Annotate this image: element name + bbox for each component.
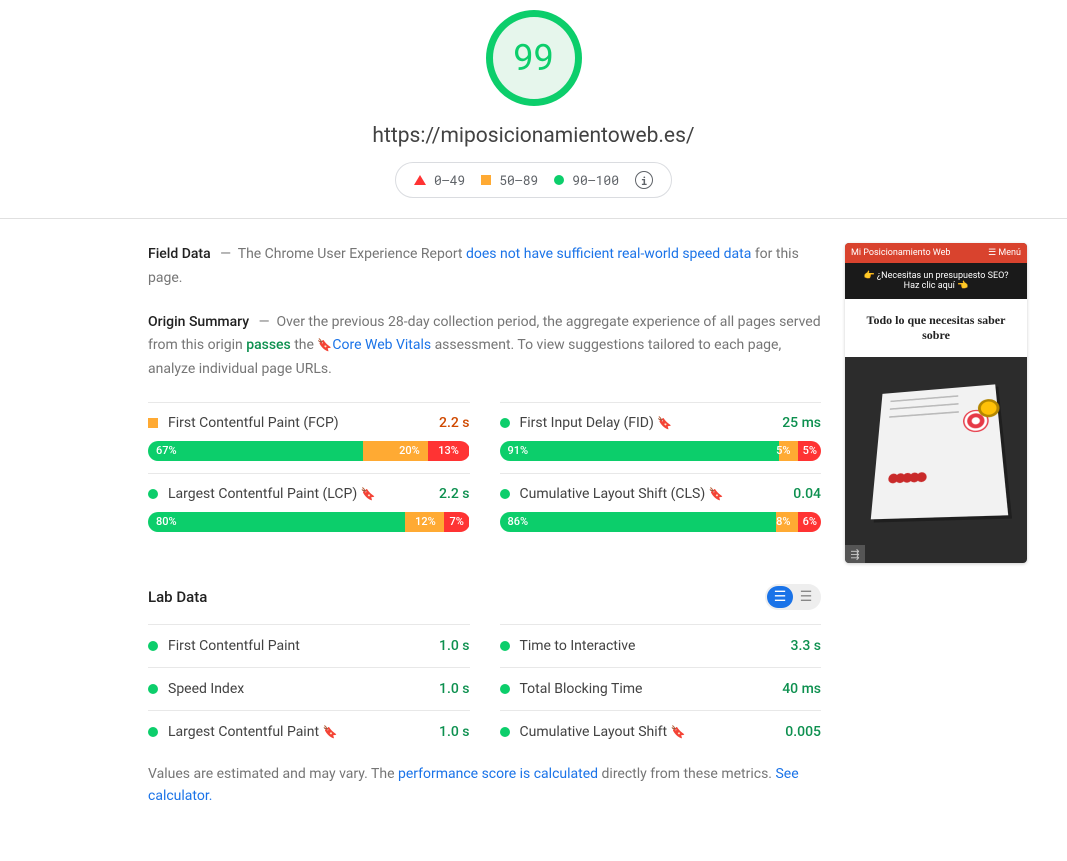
lab-metric-name: Total Blocking Time bbox=[520, 681, 773, 697]
lab-metric-value: 1.0 s bbox=[439, 681, 470, 697]
status-dot bbox=[500, 727, 510, 737]
bookmark-icon: 🔖 bbox=[317, 338, 332, 352]
share-icon: ⇶ bbox=[845, 545, 865, 563]
view-bars-icon[interactable]: ☰ bbox=[767, 586, 793, 608]
legend-avg-range: 50–89 bbox=[499, 171, 538, 189]
preview-banner: 👉 ¿Necesitas un presupuesto SEO? Haz cli… bbox=[845, 263, 1027, 299]
lab-metric-name: Cumulative Layout Shift 🔖 bbox=[520, 724, 776, 740]
lab-metric-row[interactable]: Time to Interactive 3.3 s bbox=[500, 624, 822, 667]
status-dot bbox=[148, 641, 158, 651]
metric-fid[interactable]: First Input Delay (FID) 🔖25 ms91%5%5% bbox=[500, 402, 822, 473]
field-data-section: Field Data — The Chrome User Experience … bbox=[148, 243, 821, 291]
status-dot bbox=[500, 489, 510, 499]
legend-good-range: 90–100 bbox=[572, 171, 619, 189]
score-legend: 0–49 50–89 90–100 i bbox=[395, 162, 672, 198]
origin-summary-section: Origin Summary — Over the previous 28-da… bbox=[148, 311, 821, 382]
bookmark-icon: 🔖 bbox=[657, 416, 672, 430]
good-segment: 91% bbox=[500, 441, 780, 461]
metric-name: First Contentful Paint (FCP) bbox=[168, 415, 429, 431]
preview-brand: Mi Posicionamiento Web bbox=[851, 248, 950, 258]
avg-segment: 20% bbox=[363, 441, 427, 461]
lab-metric-name: Time to Interactive bbox=[520, 638, 781, 654]
poor-segment: 13% bbox=[428, 441, 470, 461]
lab-metric-value: 1.0 s bbox=[439, 638, 470, 654]
lab-metric-row[interactable]: First Contentful Paint 1.0 s bbox=[148, 624, 470, 667]
lab-metric-row[interactable]: Total Blocking Time 40 ms bbox=[500, 667, 822, 710]
status-dot bbox=[148, 418, 158, 428]
good-segment: 67% bbox=[148, 441, 363, 461]
performance-score-value: 99 bbox=[513, 37, 553, 79]
info-icon[interactable]: i bbox=[635, 171, 653, 189]
square-icon bbox=[481, 175, 491, 185]
lab-metric-value: 40 ms bbox=[782, 681, 821, 697]
status-dot bbox=[500, 418, 510, 428]
distribution-bar: 91%5%5% bbox=[500, 441, 822, 461]
lab-metric-name: Largest Contentful Paint 🔖 bbox=[168, 724, 429, 740]
poor-segment: 5% bbox=[798, 441, 821, 461]
distribution-bar: 80%12%7% bbox=[148, 512, 470, 532]
performance-score-gauge: 99 bbox=[486, 10, 582, 106]
insufficient-data-link[interactable]: does not have sufficient real-world spee… bbox=[466, 246, 751, 262]
bookmark-icon: 🔖 bbox=[671, 725, 686, 739]
tested-url: https://miposicionamientoweb.es/ bbox=[0, 124, 1067, 148]
triangle-icon bbox=[414, 175, 426, 185]
view-list-icon[interactable]: ☰ bbox=[793, 586, 819, 608]
lab-data-heading: Lab Data bbox=[148, 588, 207, 606]
field-data-heading: Field Data bbox=[148, 246, 211, 262]
good-segment: 80% bbox=[148, 512, 405, 532]
status-dot bbox=[148, 489, 158, 499]
lab-metric-value: 0.005 bbox=[785, 724, 821, 740]
avg-segment: 8% bbox=[776, 512, 799, 532]
passes-badge: passes bbox=[246, 337, 291, 353]
poor-segment: 7% bbox=[444, 512, 470, 532]
status-dot bbox=[148, 684, 158, 694]
bookmark-icon: 🔖 bbox=[709, 487, 724, 501]
status-dot bbox=[148, 727, 158, 737]
good-segment: 86% bbox=[500, 512, 776, 532]
page-screenshot-preview: Mi Posicionamiento Web ☰ Menú 👉 ¿Necesit… bbox=[845, 243, 1027, 563]
lab-view-toggle[interactable]: ☰ ☰ bbox=[765, 584, 821, 610]
lab-metric-row[interactable]: Speed Index 1.0 s bbox=[148, 667, 470, 710]
lab-metric-name: First Contentful Paint bbox=[168, 638, 429, 654]
core-web-vitals-link[interactable]: Core Web Vitals bbox=[332, 337, 431, 353]
avg-segment: 12% bbox=[405, 512, 444, 532]
metric-name: Cumulative Layout Shift (CLS) 🔖 bbox=[520, 486, 784, 502]
metric-name: First Input Delay (FID) 🔖 bbox=[520, 415, 773, 431]
score-calc-link[interactable]: performance score is calculated bbox=[398, 766, 598, 782]
status-dot bbox=[500, 684, 510, 694]
metric-cls[interactable]: Cumulative Layout Shift (CLS) 🔖 0.04 86%8%… bbox=[500, 473, 822, 544]
avg-segment: 5% bbox=[779, 441, 798, 461]
metric-fcp[interactable]: First Contentful Paint (FCP) 2.2 s 67%20%… bbox=[148, 402, 470, 473]
preview-hero: Todo lo que necesitas saber sobre bbox=[845, 299, 1027, 357]
bookmark-icon: 🔖 bbox=[361, 487, 376, 501]
lab-metric-value: 1.0 s bbox=[439, 724, 470, 740]
metric-value: 2.2 s bbox=[439, 486, 470, 502]
metric-lcp[interactable]: Largest Contentful Paint (LCP) 🔖 2.2 s 80%… bbox=[148, 473, 470, 544]
metric-value: 25 ms bbox=[782, 415, 821, 431]
poor-segment: 6% bbox=[798, 512, 821, 532]
status-dot bbox=[500, 641, 510, 651]
preview-menu: ☰ Menú bbox=[988, 248, 1021, 258]
lab-metric-name: Speed Index bbox=[168, 681, 429, 697]
lab-footnote: Values are estimated and may vary. The p… bbox=[148, 763, 821, 808]
legend-poor-range: 0–49 bbox=[434, 171, 465, 189]
circle-icon bbox=[554, 175, 564, 185]
distribution-bar: 86%8%6% bbox=[500, 512, 822, 532]
lab-metric-value: 3.3 s bbox=[791, 638, 822, 654]
origin-summary-heading: Origin Summary bbox=[148, 314, 249, 330]
lab-metric-row[interactable]: Largest Contentful Paint 🔖 1.0 s bbox=[148, 710, 470, 753]
metric-value: 0.04 bbox=[793, 486, 821, 502]
metric-value: 2.2 s bbox=[439, 415, 470, 431]
lab-metric-row[interactable]: Cumulative Layout Shift 🔖 0.005 bbox=[500, 710, 822, 753]
metric-name: Largest Contentful Paint (LCP) 🔖 bbox=[168, 486, 429, 502]
bookmark-icon: 🔖 bbox=[323, 725, 338, 739]
distribution-bar: 67%20%13% bbox=[148, 441, 470, 461]
